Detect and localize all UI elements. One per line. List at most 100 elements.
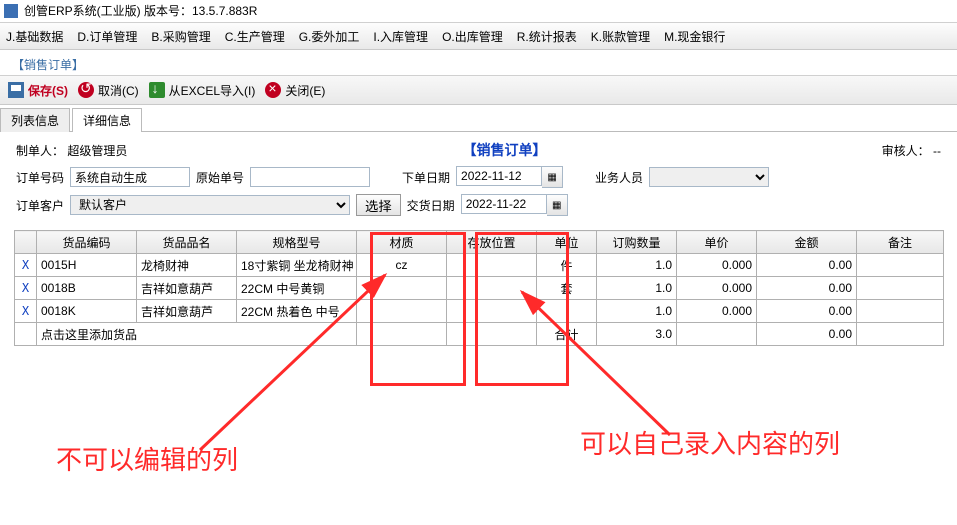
auditor-label: 审核人： [882, 144, 930, 158]
cell-remark[interactable] [857, 254, 944, 277]
cancel-label: 取消(C) [98, 82, 139, 99]
menu-outsource[interactable]: G.委外加工 [299, 28, 360, 45]
tab-list[interactable]: 列表信息 [0, 108, 70, 132]
doc-title: 【销售订单】 [463, 140, 547, 160]
cell-name[interactable]: 吉祥如意葫芦 [137, 277, 237, 300]
deliver-date-label: 交货日期 [407, 197, 455, 214]
cell-unit[interactable]: 套 [537, 277, 597, 300]
app-logo-icon [4, 4, 18, 18]
menu-inbound[interactable]: I.入库管理 [373, 28, 428, 45]
save-icon [8, 82, 24, 98]
cell-amount[interactable]: 0.00 [757, 254, 857, 277]
sales-label: 业务人员 [595, 169, 643, 186]
menu-accounts[interactable]: K.账款管理 [591, 28, 650, 45]
orig-no-field[interactable] [250, 167, 370, 187]
cell-qty[interactable]: 1.0 [597, 277, 677, 300]
section-title: 【销售订单】 [12, 56, 957, 73]
cell-name[interactable]: 龙椅财神 [137, 254, 237, 277]
maker-label: 制单人： [16, 144, 64, 158]
add-item-text[interactable]: 点击这里添加货品 [37, 323, 357, 346]
import-excel-button[interactable]: 从EXCEL导入(I) [149, 82, 256, 99]
table-row[interactable]: X0018B吉祥如意葫芦22CM 中号黄铜套1.00.0000.00 [15, 277, 944, 300]
close-icon [265, 82, 281, 98]
menu-production[interactable]: C.生产管理 [225, 28, 285, 45]
table-row[interactable]: X0018K吉祥如意葫芦22CM 热着色 中号 1.00.0000.00 [15, 300, 944, 323]
col-spec[interactable]: 规格型号 [237, 231, 357, 254]
order-no-field [70, 167, 190, 187]
order-date-field[interactable] [456, 166, 542, 186]
total-price [677, 323, 757, 346]
cell-location[interactable] [447, 300, 537, 323]
cell-code[interactable]: 0018K [37, 300, 137, 323]
cell-location[interactable] [447, 277, 537, 300]
cell-amount[interactable]: 0.00 [757, 300, 857, 323]
close-button[interactable]: 关闭(E) [265, 82, 325, 99]
menu-cash-bank[interactable]: M.现金银行 [664, 28, 725, 45]
cell-location[interactable] [447, 254, 537, 277]
cell-remark[interactable] [857, 300, 944, 323]
col-unit[interactable]: 单位 [537, 231, 597, 254]
cell-mark: X [15, 254, 37, 277]
col-location[interactable]: 存放位置 [447, 231, 537, 254]
save-label: 保存(S) [28, 82, 68, 99]
import-label: 从EXCEL导入(I) [169, 82, 256, 99]
customer-select[interactable]: 默认客户 [70, 195, 350, 215]
annotation-text-right: 可以自己录入内容的列 [580, 428, 860, 462]
cell-spec[interactable]: 22CM 中号黄铜 [237, 277, 357, 300]
items-grid: 货品编码 货品品名 规格型号 材质 存放位置 单位 订购数量 单价 金额 备注 … [14, 230, 944, 346]
toolbar: 保存(S) 取消(C) 从EXCEL导入(I) 关闭(E) [0, 75, 957, 105]
col-price[interactable]: 单价 [677, 231, 757, 254]
order-date-picker-icon[interactable]: ▦ [542, 166, 563, 188]
cell-qty[interactable]: 1.0 [597, 300, 677, 323]
menu-outbound[interactable]: O.出库管理 [442, 28, 503, 45]
menu-basic-data[interactable]: J.基础数据 [6, 28, 63, 45]
sales-select[interactable] [649, 167, 769, 187]
window-titlebar: 创管ERP系统(工业版) 版本号：13.5.7.883R [0, 0, 957, 23]
total-qty: 3.0 [597, 323, 677, 346]
col-amount[interactable]: 金额 [757, 231, 857, 254]
cell-spec[interactable]: 18寸紫铜 坐龙椅财神 [237, 254, 357, 277]
cancel-button[interactable]: 取消(C) [78, 82, 139, 99]
customer-label: 订单客户 [16, 197, 64, 214]
table-row[interactable]: X0015H龙椅财神18寸紫铜 坐龙椅财神cz 件1.00.0000.00 [15, 254, 944, 277]
select-customer-button[interactable]: 选择 [356, 194, 401, 216]
cell-unit[interactable] [537, 300, 597, 323]
cell-spec[interactable]: 22CM 热着色 中号 [237, 300, 357, 323]
tab-strip: 列表信息 详细信息 [0, 107, 957, 132]
cell-price[interactable]: 0.000 [677, 300, 757, 323]
menu-order-mgmt[interactable]: D.订单管理 [77, 28, 137, 45]
menu-reports[interactable]: R.统计报表 [517, 28, 577, 45]
col-qty[interactable]: 订购数量 [597, 231, 677, 254]
annotation-text-left: 不可以编辑的列 [56, 440, 238, 477]
cell-mark: X [15, 300, 37, 323]
cell-amount[interactable]: 0.00 [757, 277, 857, 300]
cell-code[interactable]: 0018B [37, 277, 137, 300]
cell-price[interactable]: 0.000 [677, 254, 757, 277]
deliver-date-picker-icon[interactable]: ▦ [547, 194, 568, 216]
import-icon [149, 82, 165, 98]
cell-unit[interactable]: 件 [537, 254, 597, 277]
cell-name[interactable]: 吉祥如意葫芦 [137, 300, 237, 323]
window-title: 创管ERP系统(工业版) 版本号：13.5.7.883R [24, 0, 257, 22]
col-name[interactable]: 货品品名 [137, 231, 237, 254]
col-remark[interactable]: 备注 [857, 231, 944, 254]
cell-remark[interactable] [857, 277, 944, 300]
deliver-date-field[interactable] [461, 194, 547, 214]
add-item-row[interactable]: 点击这里添加货品合计3.00.00 [15, 323, 944, 346]
total-amount: 0.00 [757, 323, 857, 346]
menubar: J.基础数据 D.订单管理 B.采购管理 C.生产管理 G.委外加工 I.入库管… [0, 23, 957, 50]
menu-purchase[interactable]: B.采购管理 [151, 28, 210, 45]
tab-detail[interactable]: 详细信息 [72, 108, 142, 132]
save-button[interactable]: 保存(S) [8, 82, 68, 99]
cell-code[interactable]: 0015H [37, 254, 137, 277]
col-material[interactable]: 材质 [357, 231, 447, 254]
cell-material: cz [357, 254, 447, 277]
cancel-icon [78, 82, 94, 98]
close-label: 关闭(E) [285, 82, 325, 99]
order-date-label: 下单日期 [402, 169, 450, 186]
col-code[interactable]: 货品编码 [37, 231, 137, 254]
cell-price[interactable]: 0.000 [677, 277, 757, 300]
cell-material [357, 277, 447, 300]
cell-qty[interactable]: 1.0 [597, 254, 677, 277]
cell-material [357, 300, 447, 323]
